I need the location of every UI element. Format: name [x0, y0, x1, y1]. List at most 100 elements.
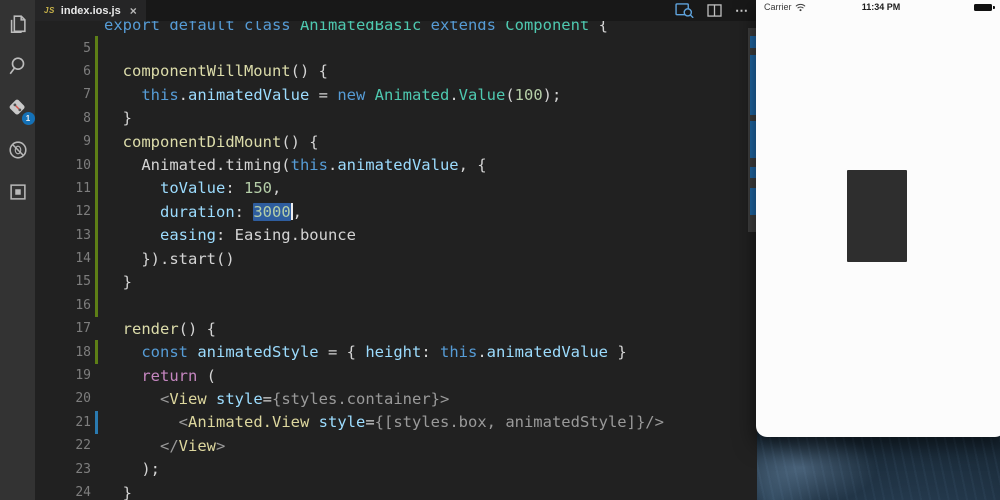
files-icon [7, 13, 29, 35]
debug-icon[interactable] [4, 136, 32, 164]
more-actions-icon[interactable]: ⋯ [735, 6, 749, 16]
gutter-change-indicator [95, 200, 98, 223]
open-preview-icon[interactable] [675, 3, 694, 18]
gutter-change-indicator [95, 247, 98, 270]
split-editor-icon[interactable] [707, 4, 722, 17]
code-text: <Animated.View style={[styles.box, anima… [104, 413, 664, 431]
code-area[interactable]: export default class AnimatedBasic exten… [35, 21, 757, 500]
explorer-icon[interactable] [4, 10, 32, 38]
gutter-change-indicator [95, 153, 98, 176]
code-line[interactable]: 21 <Animated.View style={[styles.box, an… [35, 411, 757, 434]
gutter-change-indicator [95, 107, 98, 130]
code-line[interactable]: 22 </View> [35, 434, 757, 457]
line-number: 22 [35, 438, 91, 453]
gutter-change-indicator [95, 364, 98, 387]
battery-icon [974, 4, 992, 11]
line-number: 21 [35, 415, 91, 430]
gutter-change-indicator [95, 294, 98, 317]
code-line[interactable]: 14 }).start() [35, 247, 757, 270]
gutter-change-indicator [95, 224, 98, 247]
code-line[interactable]: 12 duration: 3000, [35, 200, 757, 223]
code-line[interactable]: 18 const animatedStyle = { height: this.… [35, 340, 757, 363]
code-text: render() { [104, 320, 216, 338]
sim-clock: 11:34 PM [756, 2, 1000, 12]
code-line[interactable]: 9 componentDidMount() { [35, 130, 757, 153]
gutter-change-indicator [95, 130, 98, 153]
code-line[interactable]: 10 Animated.timing(this.animatedValue, { [35, 153, 757, 176]
line-number: 18 [35, 345, 91, 360]
code-text: toValue: 150, [104, 179, 281, 197]
code-line[interactable]: export default class AnimatedBasic exten… [35, 21, 757, 36]
gutter-change-indicator [95, 177, 98, 200]
code-text: componentWillMount() { [104, 62, 328, 80]
code-line[interactable]: 17 render() { [35, 317, 757, 340]
line-number: 13 [35, 228, 91, 243]
no-bug-icon [7, 139, 29, 161]
code-line[interactable]: 6 componentWillMount() { [35, 60, 757, 83]
code-text: } [104, 484, 132, 500]
line-number: 6 [35, 64, 91, 79]
code-text: this.animatedValue = new Animated.Value(… [104, 86, 561, 104]
line-number: 23 [35, 462, 91, 477]
js-lang-icon: JS [44, 6, 55, 15]
tab-bar: JS index.ios.js × ⋯ [35, 0, 757, 21]
tab-label: index.ios.js [61, 5, 121, 17]
gutter-change-indicator [95, 340, 98, 363]
code-text: } [104, 109, 132, 127]
activity-bar: 1 [0, 0, 35, 500]
code-line[interactable]: 13 easing: Easing.bounce [35, 224, 757, 247]
code-text: }).start() [104, 250, 235, 268]
gutter-change-indicator [95, 21, 98, 36]
gutter-change-indicator [95, 434, 98, 457]
code-line[interactable]: 11 toValue: 150, [35, 177, 757, 200]
ios-simulator-window: Carrier 11:34 PM [756, 0, 1000, 437]
gutter-change-indicator [95, 36, 98, 59]
search-icon[interactable] [4, 52, 32, 80]
code-line[interactable]: 20 <View style={styles.container}> [35, 387, 757, 410]
animated-view-box [847, 170, 907, 262]
code-line[interactable]: 24 } [35, 481, 757, 500]
code-line[interactable]: 7 this.animatedValue = new Animated.Valu… [35, 83, 757, 106]
tab-index-ios-js[interactable]: JS index.ios.js × [35, 0, 146, 21]
tab-close-icon[interactable]: × [130, 4, 137, 18]
line-number: 7 [35, 87, 91, 102]
code-text: Animated.timing(this.animatedValue, { [104, 156, 487, 174]
code-line[interactable]: 15 } [35, 270, 757, 293]
line-number: 5 [35, 41, 91, 56]
sim-status-bar: Carrier 11:34 PM [756, 0, 1000, 14]
gutter-change-indicator [95, 60, 98, 83]
gutter-change-indicator [95, 481, 98, 500]
extensions-icon[interactable] [4, 178, 32, 206]
code-line[interactable]: 16 [35, 294, 757, 317]
code-text: export default class AnimatedBasic exten… [104, 21, 608, 34]
line-number: 8 [35, 111, 91, 126]
code-line[interactable]: 23 ); [35, 457, 757, 480]
code-line[interactable]: 8 } [35, 107, 757, 130]
line-number: 14 [35, 251, 91, 266]
line-number: 16 [35, 298, 91, 313]
gutter-change-indicator [95, 387, 98, 410]
gutter-change-indicator [95, 411, 98, 434]
code-text: componentDidMount() { [104, 133, 319, 151]
line-number: 11 [35, 181, 91, 196]
gutter-change-indicator [95, 317, 98, 340]
line-number: 12 [35, 204, 91, 219]
code-line[interactable]: 5 [35, 36, 757, 59]
code-text: </View> [104, 437, 225, 455]
line-number: 17 [35, 321, 91, 336]
line-number: 9 [35, 134, 91, 149]
line-number: 15 [35, 274, 91, 289]
line-number: 24 [35, 485, 91, 500]
code-line[interactable]: 19 return ( [35, 364, 757, 387]
vscode-window: 1 JS index.ios.js × [0, 0, 757, 500]
extensions-box-icon [7, 181, 29, 203]
line-number: 20 [35, 391, 91, 406]
source-control-icon[interactable]: 1 [4, 94, 32, 122]
code-text: <View style={styles.container}> [104, 390, 449, 408]
scm-badge: 1 [22, 112, 35, 125]
gutter-change-indicator [95, 83, 98, 106]
gutter-change-indicator [95, 457, 98, 480]
code-text: easing: Easing.bounce [104, 226, 356, 244]
editor[interactable]: export default class AnimatedBasic exten… [35, 21, 757, 500]
gutter-change-indicator [95, 270, 98, 293]
